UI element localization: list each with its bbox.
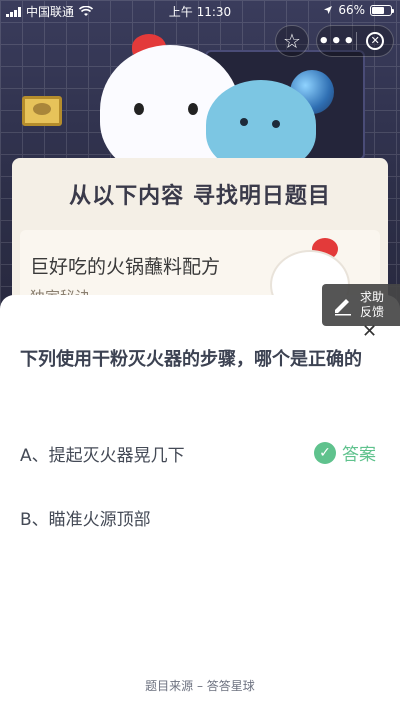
close-miniprogram-button[interactable]: ✕	[357, 32, 393, 50]
close-circle-icon: ✕	[366, 32, 385, 50]
option-a[interactable]: A、提起灭火器晃几下	[20, 441, 185, 466]
feedback-line1: 求助	[360, 290, 385, 304]
battery-icon	[370, 4, 394, 16]
feedback-label: 求助 反馈	[360, 290, 384, 320]
status-right: 66%	[323, 3, 394, 17]
menu-capsule: ••• ✕	[316, 25, 394, 57]
quiz-question: 下列使用干粉灭火器的步骤，哪个是正确的	[20, 349, 362, 370]
check-icon: ✓	[314, 441, 336, 464]
blob-mascot-illustration	[206, 80, 316, 170]
answer-badge: ✓ 答案	[314, 440, 376, 465]
answer-label: 答案	[342, 445, 376, 465]
pencil-icon	[335, 299, 351, 316]
feedback-close-icon[interactable]: ✕	[362, 323, 377, 341]
option-b[interactable]: B、瞄准火源顶部	[20, 505, 151, 530]
status-bar: 中国联通 上午 11:30 66%	[0, 0, 400, 20]
recipe-title: 巨好吃的火锅蘸料配方	[30, 256, 221, 278]
star-icon: ☆	[283, 29, 301, 53]
award-frame-illustration	[22, 96, 62, 126]
battery-percent: 66%	[338, 3, 365, 17]
question-source: 题目来源 – 答答星球	[145, 679, 255, 693]
help-feedback-button[interactable]: 求助 反馈	[322, 284, 400, 326]
favorite-star-button[interactable]: ☆	[275, 25, 309, 57]
feedback-line2: 反馈	[360, 305, 385, 319]
hero-title: 从以下内容 寻找明日题目	[69, 184, 331, 209]
more-menu-button[interactable]: •••	[317, 31, 356, 52]
location-arrow-icon	[324, 6, 333, 14]
